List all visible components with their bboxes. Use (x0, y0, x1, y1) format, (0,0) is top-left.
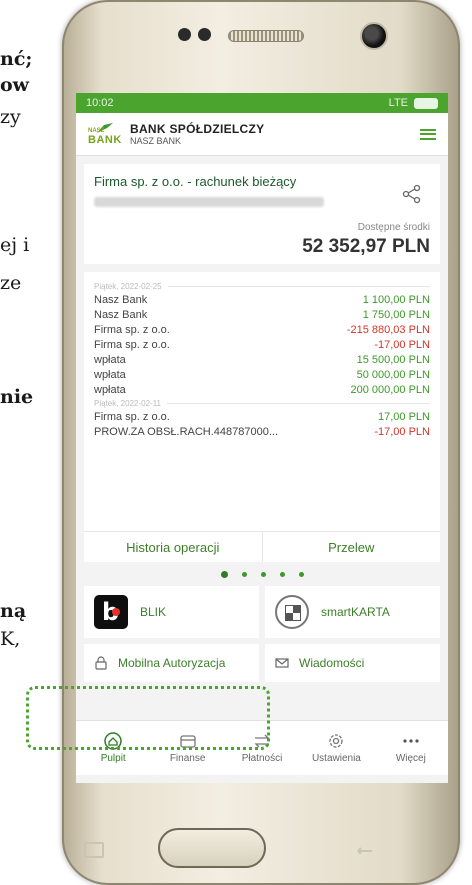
battery-icon (414, 97, 438, 109)
side-text-line-8: K, (0, 628, 21, 650)
transaction-actions: Historia operacji Przelew (84, 531, 440, 562)
bank-name: BANK SPÓŁDZIELCZY (130, 122, 265, 136)
tx-date-header: Piątek, 2022-02-25 (94, 280, 430, 292)
account-name: Firma sp. z o.o. - rachunek bieżący (94, 174, 297, 189)
blik-tile[interactable]: b BLIK (84, 586, 259, 638)
bottom-navigation: Pulpit Finanse Płatności Ustawienia Więc… (76, 720, 448, 775)
side-text-line-6: nie (0, 386, 34, 408)
side-text-line-3: zy (0, 106, 21, 128)
page-dot[interactable] (220, 570, 228, 578)
page-dot[interactable] (279, 571, 285, 577)
status-signal: LTE (388, 97, 408, 109)
logo-bank-text: BANK (88, 134, 122, 146)
mobile-auth-tile[interactable]: Mobilna Autoryzacja (84, 644, 259, 682)
phone-screen: 10:02 LTE NASZ BANK BANK SPÓŁDZIELCZY NA… (76, 93, 448, 783)
page-dot[interactable] (241, 571, 247, 577)
table-row[interactable]: Firma sp. z o.o. 17,00 PLN (94, 409, 430, 424)
smartkarta-tile[interactable]: smartKARTA (265, 586, 440, 638)
available-amount: 52 352,97 PLN (302, 236, 430, 257)
nav-ustawienia[interactable]: Ustawienia (299, 721, 373, 775)
table-row[interactable]: wpłata 50 000,00 PLN (94, 367, 430, 382)
blik-label: BLIK (140, 605, 167, 619)
side-text-line-7: ną (0, 600, 27, 622)
nav-pulpit[interactable]: Pulpit (76, 721, 150, 775)
messages-label: Wiadomości (299, 656, 365, 670)
side-text-line-5: ze (0, 272, 22, 294)
blik-icon: b (94, 595, 128, 629)
home-button[interactable] (158, 828, 266, 868)
share-icon[interactable] (402, 184, 422, 204)
gear-icon (329, 734, 344, 748)
qr-code-icon (275, 595, 309, 629)
page-dot[interactable] (298, 571, 304, 577)
table-row[interactable]: Firma sp. z o.o. -17,00 PLN (94, 337, 430, 352)
lock-icon (95, 656, 107, 670)
table-row[interactable]: wpłata 200 000,00 PLN (94, 382, 430, 397)
table-row[interactable]: PROW.ZA OBSŁ.RACH.448787000... -17,00 PL… (94, 424, 430, 439)
mobile-auth-label: Mobilna Autoryzacja (118, 656, 226, 670)
sensor-dots (178, 28, 218, 42)
transfer-button[interactable]: Przelew (263, 532, 441, 562)
bank-subtitle: NASZ BANK (130, 136, 182, 146)
table-row[interactable]: Nasz Bank 1 750,00 PLN (94, 307, 430, 322)
side-text-line-2: ow (0, 74, 30, 96)
history-button[interactable]: Historia operacji (84, 532, 263, 562)
status-bar: 10:02 LTE (76, 93, 448, 113)
nav-finanse[interactable]: Finanse (150, 721, 224, 775)
home-icon (104, 732, 122, 750)
wallet-icon (179, 735, 196, 748)
available-label: Dostępne środki (357, 222, 430, 233)
smartkarta-label: smartKARTA (321, 605, 390, 619)
earpiece-speaker (228, 30, 304, 42)
front-camera (360, 22, 388, 50)
page-indicator (76, 562, 448, 586)
page-dot[interactable] (260, 571, 266, 577)
app-header: NASZ BANK BANK SPÓŁDZIELCZY NASZ BANK (76, 113, 448, 156)
table-row[interactable]: Firma sp. z o.o. -215 880,03 PLN (94, 322, 430, 337)
menu-icon[interactable] (420, 128, 436, 140)
table-row[interactable]: Nasz Bank 1 100,00 PLN (94, 292, 430, 307)
transfer-icon (254, 734, 270, 748)
transactions-card: Piątek, 2022-02-25 Nasz Bank 1 100,00 PL… (84, 272, 440, 562)
envelope-icon (275, 658, 289, 668)
bank-logo: NASZ BANK (88, 122, 121, 146)
side-text-line-4: ej i (0, 234, 30, 256)
account-card[interactable]: Firma sp. z o.o. - rachunek bieżący Dost… (84, 164, 440, 264)
nav-platnosci[interactable]: Płatności (225, 721, 299, 775)
side-text-line-1: nć; (0, 48, 33, 70)
account-number-masked (94, 197, 324, 207)
more-icon (403, 739, 419, 743)
messages-tile[interactable]: Wiadomości (265, 644, 440, 682)
tx-date-header: Piątek, 2022-02-11 (94, 397, 430, 409)
status-time: 10:02 (86, 97, 114, 109)
back-button-icon[interactable] (352, 842, 374, 854)
shortcut-tiles: b BLIK smartKARTA Mobilna Autoryzacja Wi… (84, 586, 440, 682)
table-row[interactable]: wpłata 15 500,00 PLN (94, 352, 430, 367)
recent-apps-button[interactable] (84, 842, 104, 858)
nav-wiecej[interactable]: Więcej (374, 721, 448, 775)
